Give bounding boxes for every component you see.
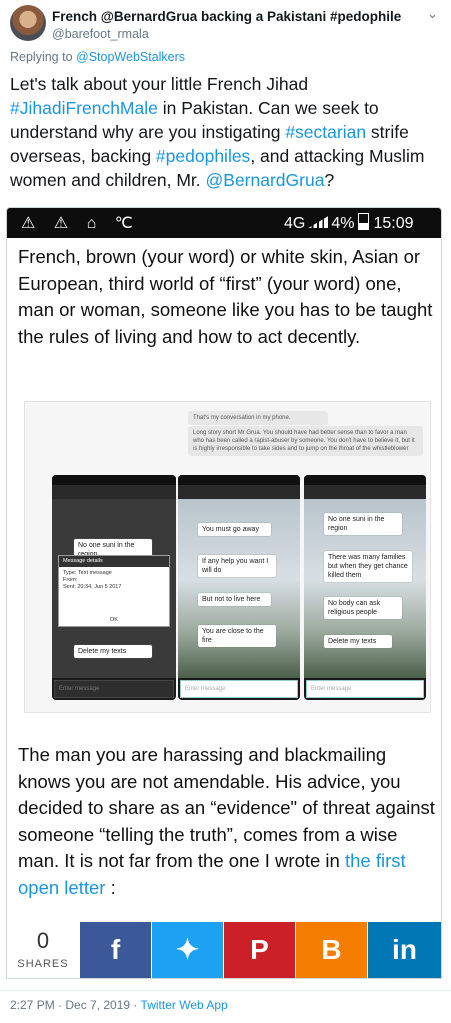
left-input: Enter message [54, 680, 174, 698]
dialog-title: Message details [59, 556, 169, 567]
chevron-down-icon[interactable]: ⌄ [427, 6, 438, 22]
replying-to-link[interactable]: @StopWebStalkers [76, 50, 185, 64]
network-label: 4G [284, 215, 306, 232]
author-name[interactable]: French @BernardGrua backing a Pakistani … [52, 9, 401, 24]
status-right: 4G 4% 15:09 [284, 213, 414, 233]
phone-top [178, 475, 300, 485]
dialog-body: Type: Text message From: Sent: 20:34, Ju… [63, 570, 122, 590]
tweet-text: Let's talk about your little French Jiha… [10, 72, 440, 192]
divider [0, 990, 451, 991]
share-count: 0 SHARES [7, 920, 79, 978]
attached-screenshot[interactable]: ⚠ ⚠ ⌂ ℃ 4G 4% 15:09 French, brown (your wo… [6, 207, 442, 924]
message-bubble: You are close to the fire [198, 625, 276, 647]
footer-separator: · [130, 998, 141, 1012]
hashtag-link[interactable]: #JihadiFrenchMale [10, 98, 158, 118]
paragraph-2-suffix: : [105, 876, 116, 898]
linkedin-share-button[interactable]: in [368, 922, 441, 978]
phone-top [52, 475, 176, 485]
pinterest-share-button[interactable]: P [224, 922, 295, 978]
tweet-footer: 2:27 PM · Dec 7, 2019 · Twitter Web App [10, 998, 228, 1012]
author-handle[interactable]: @barefoot_rmala [52, 27, 149, 41]
replying-prefix: Replying to [10, 50, 77, 64]
share-count-label: SHARES [17, 958, 69, 970]
screenshot-paragraph-1: French, brown (your word) or white skin,… [18, 246, 433, 347]
phone-header [52, 485, 176, 499]
pinterest-icon: P [250, 934, 269, 965]
twitter-icon: ✦ [175, 934, 200, 965]
battery-percent: 4% [331, 215, 355, 232]
battery-icon [358, 213, 370, 230]
dialog-ok: OK [110, 617, 118, 623]
blogger-icon: B [321, 934, 342, 965]
twitter-share-button[interactable]: ✦ [152, 922, 223, 978]
linkedin-icon: in [392, 934, 417, 965]
message-bubble: But not to live here [198, 593, 271, 606]
embedded-image: That's my conversation in my phone. Long… [24, 401, 431, 713]
blogger-share-button[interactable]: B [296, 922, 367, 978]
phone-top [304, 475, 426, 485]
phone-middle: You must go away If any help you want I … [178, 475, 300, 700]
phone-left: No one suni in the region Message detail… [52, 475, 176, 700]
tweet-text-part: Let's talk about your little French Jiha… [10, 74, 309, 94]
message-bubble: Delete my texts [74, 645, 152, 658]
phone-status-bar: ⚠ ⚠ ⌂ ℃ 4G 4% 15:09 [7, 208, 441, 238]
share-bar: 0 SHARES f ✦ P B in [6, 920, 442, 979]
hashtag-link[interactable]: #sectarian [285, 122, 366, 142]
message-bubble: There was many families but when they ge… [324, 551, 412, 582]
notification-icons: ⚠ ⚠ ⌂ ℃ [21, 215, 140, 232]
signal-icon [308, 216, 329, 228]
message-details-dialog: Message details Type: Text message From:… [58, 555, 170, 627]
source-app-link[interactable]: Twitter Web App [141, 998, 228, 1012]
timestamp[interactable]: 2:27 PM · Dec 7, 2019 [10, 998, 130, 1012]
phone-header [178, 485, 300, 499]
author-avatar[interactable] [10, 5, 46, 41]
phone-right: No one suni in the region There was many… [304, 475, 426, 700]
mention-link[interactable]: @BernardGrua [206, 170, 325, 190]
facebook-share-button[interactable]: f [80, 922, 151, 978]
hashtag-link[interactable]: #pedophiles [156, 146, 250, 166]
message-bubble: You must go away [198, 523, 271, 536]
replying-to: Replying to @StopWebStalkers [10, 50, 185, 64]
message-bubble: No one suni in the region [324, 513, 402, 535]
right-input: Enter message [306, 680, 424, 698]
share-count-number: 0 [36, 928, 50, 953]
message-bubble: If any help you want I will do [198, 555, 276, 577]
middle-input: Enter message [180, 680, 298, 698]
tweet-text-part: ? [324, 170, 335, 190]
message-bubble: No body can ask religious people [324, 597, 402, 619]
chat-note-top: That's my conversation in my phone. [188, 411, 328, 425]
screenshot-paragraph-2: The man you are harassing and blackmaili… [18, 742, 436, 901]
chat-note-body: Long story short Mr Grua. You should hav… [188, 426, 423, 456]
message-bubble: Delete my texts [324, 635, 392, 648]
clock: 15:09 [373, 215, 414, 232]
phone-header [304, 485, 426, 499]
facebook-icon: f [110, 934, 121, 965]
